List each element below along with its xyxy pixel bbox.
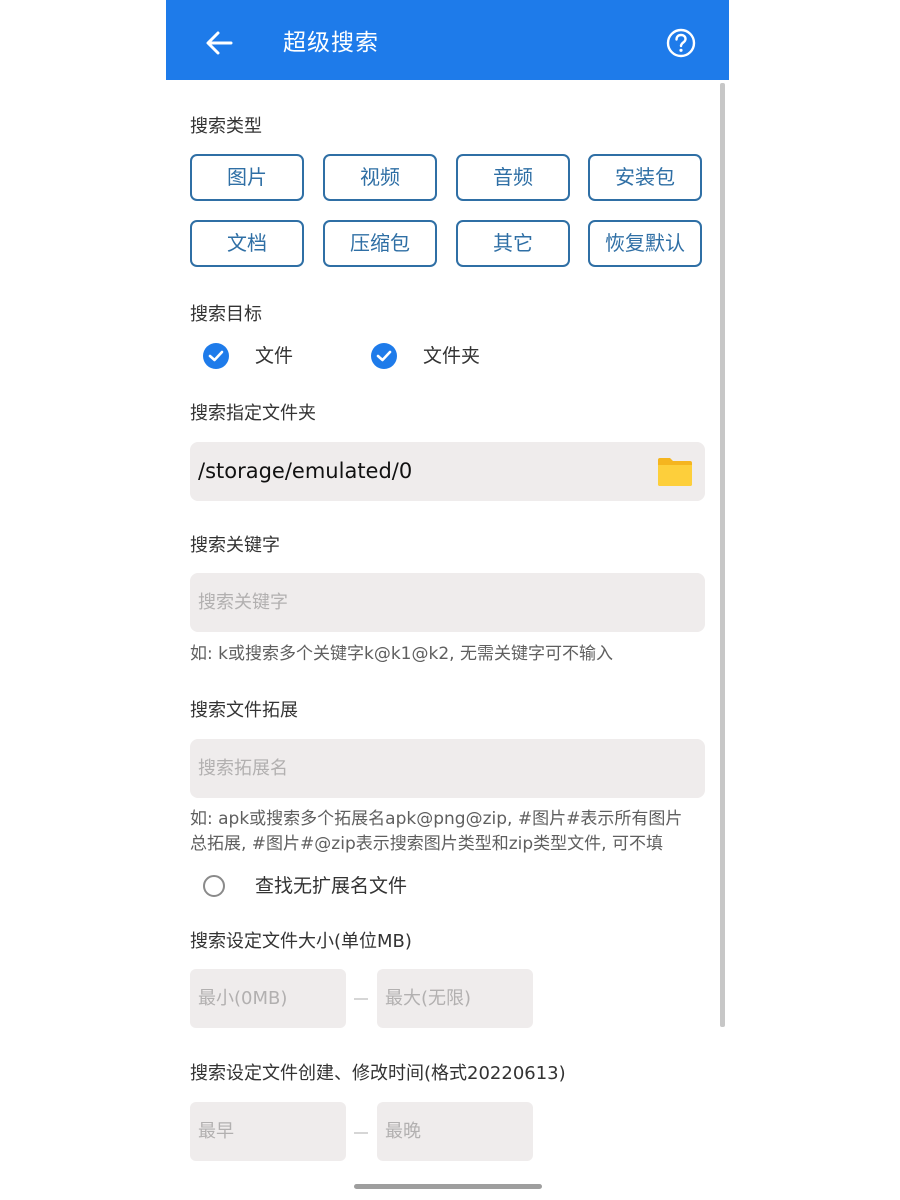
earliest-time-field — [190, 1102, 346, 1161]
help-button[interactable] — [665, 27, 697, 59]
time-label: 搜索设定文件创建、修改时间(格式20220613) — [190, 1063, 566, 1084]
type-button-archives[interactable]: 压缩包 — [323, 220, 437, 267]
min-size-input[interactable] — [198, 969, 338, 1028]
folder-path-field[interactable]: /storage/emulated/0 — [190, 442, 705, 501]
folder-path-value: /storage/emulated/0 — [198, 459, 413, 483]
radio-unchecked-icon — [203, 875, 225, 897]
app-bar: 超级搜索 — [166, 0, 729, 80]
scrollbar[interactable] — [720, 83, 725, 1027]
keyword-label: 搜索关键字 — [190, 535, 280, 556]
type-button-apk[interactable]: 安装包 — [588, 154, 702, 201]
min-size-field — [190, 969, 346, 1028]
extension-hint: 如: apk或搜索多个拓展名apk@png@zip, #图片#表示所有图片 总拓… — [190, 809, 683, 854]
no-extension-label: 查找无扩展名文件 — [255, 875, 408, 897]
type-button-videos[interactable]: 视频 — [323, 154, 437, 201]
range-separator — [354, 998, 368, 1000]
latest-time-input[interactable] — [385, 1102, 525, 1161]
target-folders-checkbox[interactable]: 文件夹 — [371, 343, 501, 371]
target-files-label: 文件 — [255, 345, 294, 367]
type-button-reset-default[interactable]: 恢复默认 — [588, 220, 702, 267]
question-circle-icon — [666, 28, 696, 58]
type-button-audio[interactable]: 音频 — [456, 154, 570, 201]
type-button-documents[interactable]: 文档 — [190, 220, 304, 267]
no-extension-radio[interactable]: 查找无扩展名文件 — [203, 873, 433, 901]
folder-label: 搜索指定文件夹 — [190, 403, 316, 424]
max-size-input[interactable] — [385, 969, 525, 1028]
keyword-hint: 如: k或搜索多个关键字k@k1@k2, 无需关键字可不输入 — [190, 644, 613, 664]
search-target-label: 搜索目标 — [190, 304, 262, 325]
back-button[interactable] — [204, 28, 234, 58]
target-folders-label: 文件夹 — [423, 345, 481, 367]
super-search-screen: 超级搜索 搜索类型 图片 视频 音频 安装包 文档 压缩包 其它 恢复默认 搜索… — [166, 0, 729, 1200]
earliest-time-input[interactable] — [198, 1102, 338, 1161]
page-title: 超级搜索 — [283, 30, 379, 56]
arrow-left-icon — [206, 31, 233, 55]
extension-label: 搜索文件拓展 — [190, 700, 298, 721]
size-label: 搜索设定文件大小(单位MB) — [190, 931, 412, 952]
target-files-checkbox[interactable]: 文件 — [203, 343, 323, 371]
check-icon — [371, 343, 397, 369]
folder-icon[interactable] — [657, 456, 693, 487]
home-indicator[interactable] — [354, 1184, 542, 1189]
type-button-images[interactable]: 图片 — [190, 154, 304, 201]
check-icon — [203, 343, 229, 369]
max-size-field — [377, 969, 533, 1028]
extension-field-wrapper — [190, 739, 705, 798]
type-button-other[interactable]: 其它 — [456, 220, 570, 267]
latest-time-field — [377, 1102, 533, 1161]
search-type-label: 搜索类型 — [190, 116, 262, 137]
range-separator — [354, 1132, 368, 1134]
keyword-field-wrapper — [190, 573, 705, 632]
extension-input[interactable] — [198, 739, 697, 798]
keyword-input[interactable] — [198, 573, 697, 632]
